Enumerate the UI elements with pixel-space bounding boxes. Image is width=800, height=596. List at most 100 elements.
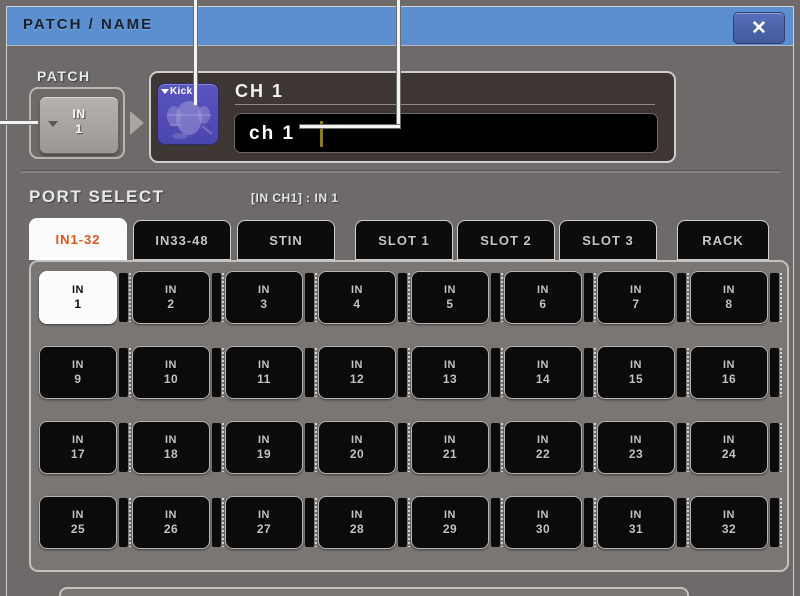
port-button-number: 29 <box>442 522 458 536</box>
port-tab-label: SLOT 2 <box>480 232 532 248</box>
port-button-in15[interactable]: IN 15 <box>597 346 675 399</box>
port-meter-bar <box>212 348 224 397</box>
callout-line-name-field-vertical <box>397 0 400 128</box>
port-button-prefix: IN <box>723 284 735 296</box>
port-button-in18[interactable]: IN 18 <box>132 421 210 474</box>
port-button-in20[interactable]: IN 20 <box>318 421 396 474</box>
port-meter-bar <box>305 498 317 547</box>
port-button-in3[interactable]: IN 3 <box>225 271 303 324</box>
port-tab-label: SLOT 1 <box>378 232 430 248</box>
port-button-prefix: IN <box>723 359 735 371</box>
port-button-in10[interactable]: IN 10 <box>132 346 210 399</box>
port-button-number: 4 <box>353 297 361 311</box>
port-meter-bar <box>584 348 596 397</box>
patch-button-frame: IN 1 <box>29 87 125 159</box>
port-button-prefix: IN <box>444 509 456 521</box>
port-button-number: 7 <box>632 297 640 311</box>
port-meter-bar <box>584 423 596 472</box>
port-button-prefix: IN <box>258 284 270 296</box>
patch-source-button[interactable]: IN 1 <box>39 96 119 154</box>
port-tab-rack[interactable]: RACK <box>677 220 769 260</box>
port-grid-panel: IN 1 IN 2 IN 3 IN 4 IN 5 IN 6 IN 7 IN 8 IN 9 IN 10 IN 11 IN 12 I… <box>29 260 789 572</box>
port-meter-bar <box>305 273 317 322</box>
port-button-in21[interactable]: IN 21 <box>411 421 489 474</box>
port-meter-bar <box>119 423 131 472</box>
port-button-in16[interactable]: IN 16 <box>690 346 768 399</box>
port-button-in32[interactable]: IN 32 <box>690 496 768 549</box>
port-button-prefix: IN <box>165 434 177 446</box>
section-divider <box>21 170 781 173</box>
port-button-in22[interactable]: IN 22 <box>504 421 582 474</box>
port-button-in8[interactable]: IN 8 <box>690 271 768 324</box>
port-tab-in1-32[interactable]: IN1-32 <box>29 218 127 260</box>
port-tab-stin[interactable]: STIN <box>237 220 335 260</box>
port-button-in24[interactable]: IN 24 <box>690 421 768 474</box>
port-button-in27[interactable]: IN 27 <box>225 496 303 549</box>
port-button-prefix: IN <box>537 359 549 371</box>
port-meter-bar <box>491 498 503 547</box>
port-meter-bar <box>677 423 689 472</box>
port-button-in1[interactable]: IN 1 <box>39 271 117 324</box>
port-meter-bar <box>398 498 410 547</box>
port-tab-slot-1[interactable]: SLOT 1 <box>355 220 453 260</box>
port-button-in28[interactable]: IN 28 <box>318 496 396 549</box>
port-meter-bar <box>770 498 782 547</box>
port-button-in12[interactable]: IN 12 <box>318 346 396 399</box>
channel-name-panel: Kick CH 1 ch 1 <box>149 71 676 163</box>
port-button-prefix: IN <box>258 509 270 521</box>
port-button-in11[interactable]: IN 11 <box>225 346 303 399</box>
port-meter-bar <box>677 498 689 547</box>
port-button-in31[interactable]: IN 31 <box>597 496 675 549</box>
port-button-in19[interactable]: IN 19 <box>225 421 303 474</box>
patch-name-window: PATCH / NAME ✕ PATCH IN 1 Kick CH 1 ch 1… <box>6 6 794 596</box>
port-select-tabs: IN1-32 IN33-48 STIN SLOT 1 SLOT 2 SLOT 3 RACK <box>29 218 789 262</box>
port-button-number: 11 <box>257 372 271 386</box>
port-button-in23[interactable]: IN 23 <box>597 421 675 474</box>
port-meter-bar <box>212 498 224 547</box>
channel-name-input[interactable]: ch 1 <box>234 113 658 153</box>
port-button-in14[interactable]: IN 14 <box>504 346 582 399</box>
port-button-in13[interactable]: IN 13 <box>411 346 489 399</box>
port-meter-bar <box>491 423 503 472</box>
port-button-in4[interactable]: IN 4 <box>318 271 396 324</box>
port-tab-label: SLOT 3 <box>582 232 634 248</box>
port-meter-bar <box>584 498 596 547</box>
port-button-prefix: IN <box>537 434 549 446</box>
port-button-in26[interactable]: IN 26 <box>132 496 210 549</box>
port-button-number: 16 <box>721 372 737 386</box>
port-button-prefix: IN <box>351 359 363 371</box>
port-button-in6[interactable]: IN 6 <box>504 271 582 324</box>
port-button-number: 27 <box>256 522 272 536</box>
port-button-in17[interactable]: IN 17 <box>39 421 117 474</box>
port-button-number: 20 <box>349 447 365 461</box>
port-button-number: 31 <box>628 522 644 536</box>
port-button-number: 5 <box>446 297 454 311</box>
port-button-in29[interactable]: IN 29 <box>411 496 489 549</box>
port-button-number: 18 <box>163 447 179 461</box>
port-tab-slot-2[interactable]: SLOT 2 <box>457 220 555 260</box>
close-button[interactable]: ✕ <box>733 12 785 44</box>
app-screen: PATCH / NAME ✕ PATCH IN 1 Kick CH 1 ch 1… <box>0 0 800 596</box>
port-button-prefix: IN <box>165 359 177 371</box>
window-titlebar: PATCH / NAME ✕ <box>7 7 793 46</box>
port-button-number: 6 <box>539 297 547 311</box>
port-button-in2[interactable]: IN 2 <box>132 271 210 324</box>
port-button-prefix: IN <box>444 434 456 446</box>
port-button-in5[interactable]: IN 5 <box>411 271 489 324</box>
channel-icon-button[interactable]: Kick <box>157 83 219 145</box>
port-button-number: 3 <box>260 297 268 311</box>
port-button-prefix: IN <box>537 284 549 296</box>
port-meter-bar <box>491 273 503 322</box>
port-button-in7[interactable]: IN 7 <box>597 271 675 324</box>
port-meter-bar <box>677 273 689 322</box>
port-button-in25[interactable]: IN 25 <box>39 496 117 549</box>
port-button-in9[interactable]: IN 9 <box>39 346 117 399</box>
port-button-in30[interactable]: IN 30 <box>504 496 582 549</box>
port-tab-slot-3[interactable]: SLOT 3 <box>559 220 657 260</box>
port-meter-bar <box>677 348 689 397</box>
port-tab-in33-48[interactable]: IN33-48 <box>133 220 231 260</box>
port-tab-label: RACK <box>702 232 744 248</box>
port-button-prefix: IN <box>165 284 177 296</box>
callout-line-name-field-horizontal <box>300 125 400 128</box>
port-select-label: PORT SELECT <box>29 187 165 206</box>
